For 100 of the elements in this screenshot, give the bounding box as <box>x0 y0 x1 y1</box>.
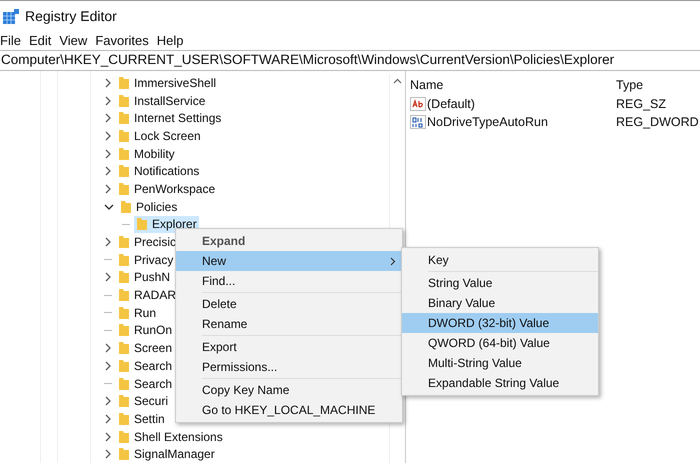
folder-icon <box>118 306 130 320</box>
tree-item[interactable]: Explorer <box>134 216 199 234</box>
tree-item[interactable]: Search <box>116 357 174 375</box>
tree-item[interactable]: Settin <box>116 410 167 428</box>
column-header[interactable]: Type <box>616 76 644 94</box>
chevron-right-icon[interactable] <box>104 432 112 442</box>
tree-item[interactable]: PushN <box>116 268 172 286</box>
folder-icon <box>136 217 148 232</box>
chevron-right-icon[interactable] <box>104 237 112 248</box>
column-header[interactable]: Name <box>410 76 616 94</box>
tree-item-label: InstallService <box>134 92 206 110</box>
tree-item-label: Shell Extensions <box>134 428 223 446</box>
menu-item[interactable]: DWORD (32-bit) Value <box>402 313 598 333</box>
value-name[interactable]: NoDriveTypeAutoRun <box>427 112 548 132</box>
folder-icon <box>118 323 130 338</box>
chevron-right-icon[interactable] <box>104 414 112 424</box>
tree-item[interactable]: Mobility <box>116 144 177 162</box>
tree-item[interactable]: Screen <box>116 339 174 357</box>
menu-item[interactable]: QWORD (64-bit) Value <box>402 333 598 353</box>
folder-icon <box>120 200 132 214</box>
menu-item[interactable]: Key <box>402 250 598 270</box>
folder-icon <box>118 288 130 302</box>
address-bar[interactable]: Computer\HKEY_CURRENT_USER\SOFTWARE\Microsoft\Windows\CurrentVersion\Policies\Explorer <box>0 50 700 71</box>
value-name[interactable]: (Default) <box>427 94 475 114</box>
tree-item[interactable]: RunOn <box>116 322 174 340</box>
menu-bar-item[interactable]: File <box>0 31 21 51</box>
chevron-right-icon[interactable] <box>104 113 112 124</box>
folder-icon <box>118 412 130 426</box>
menu-item[interactable]: Binary Value <box>402 293 598 313</box>
value-type: REG_SZ <box>616 96 666 113</box>
menu-item[interactable]: Expand <box>176 231 402 251</box>
menu-item[interactable]: Export <box>176 337 402 357</box>
tree-item[interactable]: Notifications <box>116 162 202 180</box>
tree-item-label: Policies <box>136 198 178 216</box>
tree-item[interactable]: ImmersiveShell <box>116 74 218 92</box>
tree-item-label: Search <box>134 376 172 393</box>
folder-icon <box>118 76 130 90</box>
tree-item[interactable]: PenWorkspace <box>116 180 218 198</box>
chevron-right-icon[interactable] <box>104 184 112 194</box>
folder-icon <box>118 358 130 373</box>
menu-item[interactable]: Permissions... <box>176 357 402 377</box>
menu-item[interactable]: String Value <box>402 273 598 293</box>
chevron-right-icon[interactable] <box>104 166 112 176</box>
app-icon <box>3 8 19 24</box>
tree-item-label: ImmersiveShell <box>134 74 216 92</box>
tree-item[interactable]: Shell Extensions <box>116 428 225 446</box>
scroll-up-icon[interactable] <box>393 78 402 84</box>
chevron-right-icon[interactable] <box>104 272 112 282</box>
menu-item[interactable]: Rename <box>176 314 402 334</box>
folder-icon <box>118 252 130 267</box>
tree-item[interactable]: Internet Settings <box>116 109 224 128</box>
menu-item[interactable]: Find... <box>176 271 402 291</box>
tree-item[interactable]: Search <box>116 374 174 392</box>
tree-item[interactable]: Policies <box>118 198 180 216</box>
chevron-right-icon[interactable] <box>104 343 112 354</box>
menu-item[interactable]: Copy Key Name <box>176 380 402 400</box>
chevron-right-icon[interactable] <box>104 396 112 406</box>
tree-item-label: Privacy <box>134 252 174 269</box>
tree-item-label: RunOn <box>134 322 172 340</box>
menu-item[interactable]: New <box>176 251 402 271</box>
tree-item-label: SignalManager <box>134 446 215 463</box>
folder-icon <box>118 94 130 108</box>
menu-bar-item[interactable]: Edit <box>28 31 52 51</box>
chevron-right-icon[interactable] <box>104 78 112 88</box>
tree-item[interactable]: Securi <box>116 392 170 410</box>
folder-icon <box>118 111 130 126</box>
tree-item[interactable]: Run <box>116 304 158 322</box>
chevron-right-icon[interactable] <box>104 148 112 159</box>
tree-item-label: Search <box>134 358 172 375</box>
menu-item[interactable]: Multi-String Value <box>402 353 598 373</box>
string-value-icon <box>410 96 426 112</box>
chevron-right-icon[interactable] <box>104 96 112 106</box>
tree-item-label: PenWorkspace <box>134 180 216 198</box>
tree-item[interactable]: Privacy <box>116 250 176 269</box>
chevron-down-icon[interactable] <box>104 202 114 211</box>
folder-icon <box>118 128 130 143</box>
menu-item[interactable]: Go to HKEY_LOCAL_MACHINE <box>176 400 402 420</box>
folder-icon <box>118 270 130 284</box>
menu-bar-item[interactable]: Favorites <box>95 31 149 51</box>
folder-icon <box>118 164 130 178</box>
tree-item-label: Precisic <box>134 234 176 252</box>
tree-item-label: Internet Settings <box>134 110 222 128</box>
tree-item[interactable]: InstallService <box>116 92 208 110</box>
tree-item-label: Lock Screen <box>134 128 201 145</box>
tree-item-label: Notifications <box>134 163 200 180</box>
menu-item[interactable]: Expandable String Value <box>402 373 598 393</box>
menu-bar-item[interactable]: View <box>59 31 88 51</box>
tree-item[interactable]: Precisic <box>116 233 178 251</box>
folder-icon <box>118 182 130 196</box>
chevron-right-icon[interactable] <box>104 130 112 141</box>
tree-item[interactable]: SignalManager <box>116 445 217 463</box>
tree-item[interactable]: Lock Screen <box>116 127 203 145</box>
chevron-right-icon[interactable] <box>104 449 112 460</box>
folder-icon <box>118 341 130 356</box>
menu-bar-item[interactable]: Help <box>156 31 184 51</box>
tree-item-label: Mobility <box>134 146 175 163</box>
tree-item[interactable]: RADAR <box>116 286 178 304</box>
chevron-right-icon[interactable] <box>104 360 112 371</box>
menu-item[interactable]: Delete <box>176 294 402 314</box>
folder-icon <box>118 430 130 444</box>
